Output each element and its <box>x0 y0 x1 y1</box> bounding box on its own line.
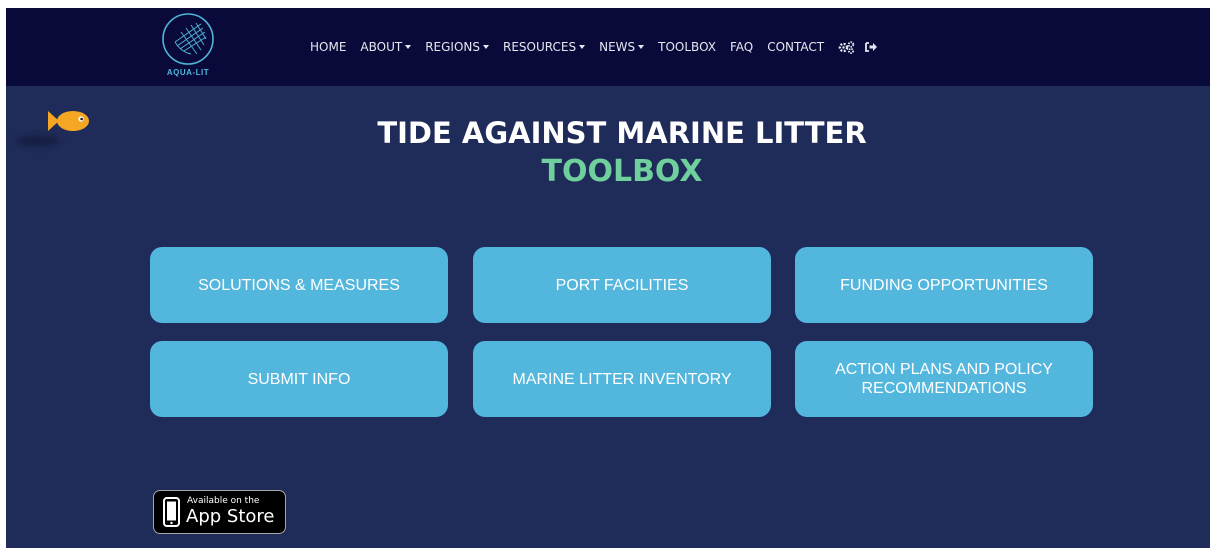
nav-contact[interactable]: CONTACT <box>767 40 824 54</box>
sign-out-icon[interactable] <box>865 41 878 53</box>
funding-opportunities-button[interactable]: FUNDING OPPORTUNITIES <box>795 247 1093 323</box>
nav-label: REGIONS <box>425 40 480 54</box>
tile-label: MARINE LITTER INVENTORY <box>512 370 732 388</box>
caret-down-icon <box>405 45 412 49</box>
nav-home[interactable]: HOME <box>310 40 346 54</box>
navbar: AQUA-LIT HOME ABOUT REGIONS RESOURCES NE… <box>6 8 1210 86</box>
main-nav: HOME ABOUT REGIONS RESOURCES NEWS TOOLBO… <box>310 38 888 56</box>
net-logo-icon <box>162 13 214 65</box>
gears-icon[interactable] <box>838 40 855 54</box>
nav-about[interactable]: ABOUT <box>360 40 412 54</box>
page-frame: AQUA-LIT HOME ABOUT REGIONS RESOURCES NE… <box>6 8 1210 548</box>
nav-label: RESOURCES <box>503 40 577 54</box>
nav-faq[interactable]: FAQ <box>730 40 753 54</box>
nav-label: ABOUT <box>360 40 403 54</box>
app-store-badge[interactable]: Available on the App Store <box>153 490 286 534</box>
nav-news[interactable]: NEWS <box>599 40 645 54</box>
appstore-line2: App Store <box>186 506 275 527</box>
nav-label: NEWS <box>599 40 636 54</box>
page-subtitle: TOOLBOX <box>541 154 703 189</box>
nav-toolbox[interactable]: TOOLBOX <box>658 40 716 54</box>
nav-label: CONTACT <box>767 40 825 54</box>
appstore-line1: Available on the <box>187 496 260 506</box>
caret-down-icon <box>483 45 489 49</box>
caret-down-icon <box>579 45 586 49</box>
logo-text: AQUA-LIT <box>166 68 210 77</box>
tile-label: SOLUTIONS & MEASURES <box>198 276 400 294</box>
marine-litter-inventory-button[interactable]: MARINE LITTER INVENTORY <box>473 341 771 417</box>
nav-regions[interactable]: REGIONS <box>425 40 489 54</box>
solutions-measures-button[interactable]: SOLUTIONS & MEASURES <box>150 247 448 323</box>
nav-resources[interactable]: RESOURCES <box>503 40 586 54</box>
port-facilities-button[interactable]: PORT FACILITIES <box>473 247 771 323</box>
aqua-lit-logo[interactable]: AQUA-LIT <box>158 12 218 80</box>
tile-label: ACTION PLANS AND POLICY RECOMMENDATIONS <box>835 361 1053 397</box>
tile-label: FUNDING OPPORTUNITIES <box>840 276 1048 294</box>
tile-label: PORT FACILITIES <box>555 276 689 294</box>
nav-label: FAQ <box>729 40 754 54</box>
action-plans-button[interactable]: ACTION PLANS AND POLICY RECOMMENDATIONS <box>795 341 1093 417</box>
nav-label: HOME <box>310 40 347 54</box>
phone-icon <box>163 497 180 532</box>
nav-label: TOOLBOX <box>658 40 716 54</box>
tile-label: SUBMIT INFO <box>247 370 351 388</box>
submit-info-button[interactable]: SUBMIT INFO <box>150 341 448 417</box>
page-title: TIDE AGAINST MARINE LITTER <box>377 116 867 150</box>
caret-down-icon <box>638 45 645 49</box>
